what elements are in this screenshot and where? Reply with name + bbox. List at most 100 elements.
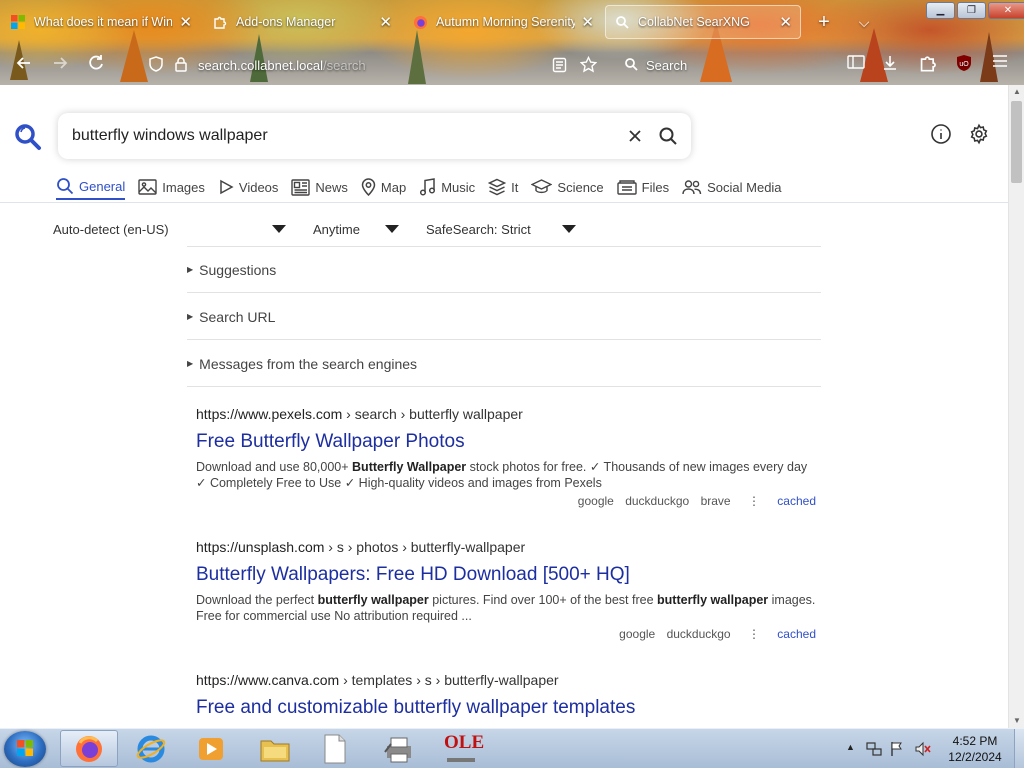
hamburger-menu-icon bbox=[993, 55, 1007, 67]
engine-label: duckduckgo bbox=[666, 627, 731, 641]
tab-map[interactable]: Map bbox=[361, 174, 406, 200]
show-hidden-icons-icon[interactable]: ▲ bbox=[846, 742, 855, 752]
result-url[interactable]: https://unsplash.com › s › photos › butt… bbox=[196, 539, 816, 557]
result-item: https://unsplash.com › s › photos › butt… bbox=[196, 539, 816, 641]
time-range-select[interactable]: Anytime bbox=[313, 216, 401, 242]
searxng-logo-icon[interactable] bbox=[14, 123, 42, 151]
document-icon bbox=[324, 734, 346, 763]
clear-search-button[interactable] bbox=[624, 125, 646, 147]
ublock-origin-icon: uO bbox=[957, 55, 971, 71]
windows-logo-icon bbox=[10, 14, 26, 30]
reload-icon bbox=[89, 55, 103, 70]
tab-general[interactable]: General bbox=[56, 174, 126, 200]
app-menu-button[interactable] bbox=[990, 54, 1010, 74]
result-title-link[interactable]: Butterfly Wallpapers: Free HD Download [… bbox=[196, 564, 816, 586]
network-icon[interactable] bbox=[866, 741, 882, 757]
taskbar-media-player[interactable] bbox=[182, 730, 240, 767]
taskbar-file-explorer[interactable] bbox=[246, 730, 304, 767]
back-button[interactable] bbox=[14, 54, 34, 74]
new-tab-button[interactable]: + bbox=[814, 12, 834, 32]
action-center-flag-icon[interactable] bbox=[890, 741, 904, 757]
result-url[interactable]: https://www.canva.com › templates › s › … bbox=[196, 672, 816, 690]
tab-autumn-morning[interactable]: Autumn Morning Serenity ✕ bbox=[404, 5, 602, 39]
volume-muted-icon[interactable] bbox=[914, 741, 932, 757]
result-title-link[interactable]: Free and customizable butterfly wallpape… bbox=[196, 697, 816, 719]
taskbar-internet-explorer[interactable] bbox=[122, 730, 180, 767]
sidebar-toggle-button[interactable] bbox=[846, 54, 866, 74]
start-button[interactable] bbox=[4, 731, 46, 767]
tab-addons-manager[interactable]: Add-ons Manager ✕ bbox=[204, 5, 400, 39]
show-desktop-button[interactable] bbox=[1014, 729, 1024, 768]
search-url-toggle[interactable]: ▶ Search URL bbox=[187, 294, 821, 340]
maximize-button[interactable]: ❐ bbox=[957, 2, 986, 19]
searxng-page: General Images Videos News Map Music bbox=[0, 85, 1008, 728]
scrollbar-thumb[interactable] bbox=[1011, 101, 1022, 183]
engine-label: brave bbox=[700, 494, 731, 508]
search-input[interactable] bbox=[72, 127, 612, 145]
about-info-button[interactable] bbox=[930, 123, 954, 147]
play-icon bbox=[220, 179, 234, 195]
tab-title: Add-ons Manager bbox=[236, 15, 336, 29]
triangle-right-icon: ▶ bbox=[187, 312, 194, 321]
scroll-up-arrow-icon[interactable]: ▲ bbox=[1009, 85, 1024, 99]
cached-link[interactable]: cached bbox=[777, 494, 816, 508]
more-options-icon[interactable]: ⋮ bbox=[748, 494, 760, 508]
taskbar-document[interactable] bbox=[306, 730, 364, 767]
reader-view-icon[interactable] bbox=[552, 57, 567, 76]
downloads-button[interactable] bbox=[880, 54, 900, 74]
tab-files[interactable]: Files bbox=[616, 174, 669, 200]
search-submit-button[interactable] bbox=[657, 125, 679, 147]
page-scrollbar[interactable]: ▲ ▼ bbox=[1008, 85, 1024, 728]
close-icon[interactable]: ✕ bbox=[379, 13, 392, 31]
lock-icon[interactable] bbox=[174, 56, 188, 75]
tab-news[interactable]: News bbox=[291, 174, 348, 200]
extensions-button[interactable] bbox=[918, 54, 938, 74]
safesearch-select[interactable]: SafeSearch: Strict bbox=[426, 216, 578, 242]
tab-videos[interactable]: Videos bbox=[218, 174, 278, 200]
suggestions-toggle[interactable]: ▶ Suggestions bbox=[187, 247, 821, 293]
tab-title: Autumn Morning Serenity bbox=[436, 15, 576, 29]
result-engines: google duckduckgo ⋮ cached bbox=[196, 627, 816, 641]
tab-music[interactable]: Music bbox=[419, 174, 475, 200]
reload-button[interactable] bbox=[86, 54, 106, 74]
forward-button[interactable] bbox=[50, 54, 70, 74]
engine-messages-toggle[interactable]: ▶ Messages from the search engines bbox=[187, 341, 821, 387]
ublock-button[interactable]: uO bbox=[954, 54, 974, 74]
tab-it[interactable]: It bbox=[488, 174, 518, 200]
more-options-icon[interactable]: ⋮ bbox=[748, 627, 760, 641]
bookmark-star-icon[interactable] bbox=[579, 55, 598, 76]
snippet-highlight: butterfly wallpaper bbox=[657, 593, 769, 607]
shield-icon[interactable] bbox=[148, 55, 164, 75]
url-bar[interactable]: search.collabnet.local/search bbox=[148, 50, 608, 80]
browser-chrome: What does it mean if Wind ✕ Add-ons Mana… bbox=[0, 0, 1024, 85]
tab-social-media[interactable]: Social Media bbox=[682, 174, 782, 200]
taskbar-printer-app[interactable] bbox=[370, 730, 428, 767]
result-url[interactable]: https://www.pexels.com › search › butter… bbox=[196, 406, 816, 424]
language-select[interactable]: Auto-detect (en-US) bbox=[53, 216, 288, 242]
tab-label: It bbox=[511, 179, 519, 195]
taskbar-ole-app[interactable]: OLE bbox=[432, 730, 490, 767]
scroll-down-arrow-icon[interactable]: ▼ bbox=[1009, 714, 1024, 728]
forward-arrow-icon bbox=[54, 57, 68, 69]
browser-search-bar[interactable]: Search bbox=[618, 50, 798, 80]
preferences-button[interactable] bbox=[968, 123, 992, 147]
search-box bbox=[58, 113, 691, 159]
safesearch-value: SafeSearch: Strict bbox=[426, 221, 531, 237]
close-icon[interactable]: ✕ bbox=[179, 13, 192, 31]
taskbar-firefox[interactable] bbox=[60, 730, 118, 767]
tab-collabnet-searxng[interactable]: CollabNet SearXNG ✕ bbox=[605, 5, 801, 39]
cached-link[interactable]: cached bbox=[777, 627, 816, 641]
puzzle-icon bbox=[920, 56, 936, 72]
tab-windows-question[interactable]: What does it mean if Wind ✕ bbox=[2, 5, 200, 39]
close-icon[interactable]: ✕ bbox=[581, 13, 594, 31]
result-title-link[interactable]: Free Butterfly Wallpaper Photos bbox=[196, 431, 816, 453]
tab-images[interactable]: Images bbox=[138, 174, 205, 200]
taskbar-clock[interactable]: 4:52 PM 12/2/2024 bbox=[940, 733, 1010, 765]
close-icon[interactable]: ✕ bbox=[779, 13, 792, 31]
window-close-button[interactable]: ✕ bbox=[988, 2, 1024, 19]
tab-science[interactable]: Science bbox=[531, 174, 604, 200]
minimize-button[interactable]: ▁ bbox=[926, 2, 955, 19]
windows-logo-icon bbox=[17, 740, 33, 756]
tab-list-button[interactable]: ⌵ bbox=[854, 12, 874, 32]
gear-icon bbox=[970, 123, 988, 145]
